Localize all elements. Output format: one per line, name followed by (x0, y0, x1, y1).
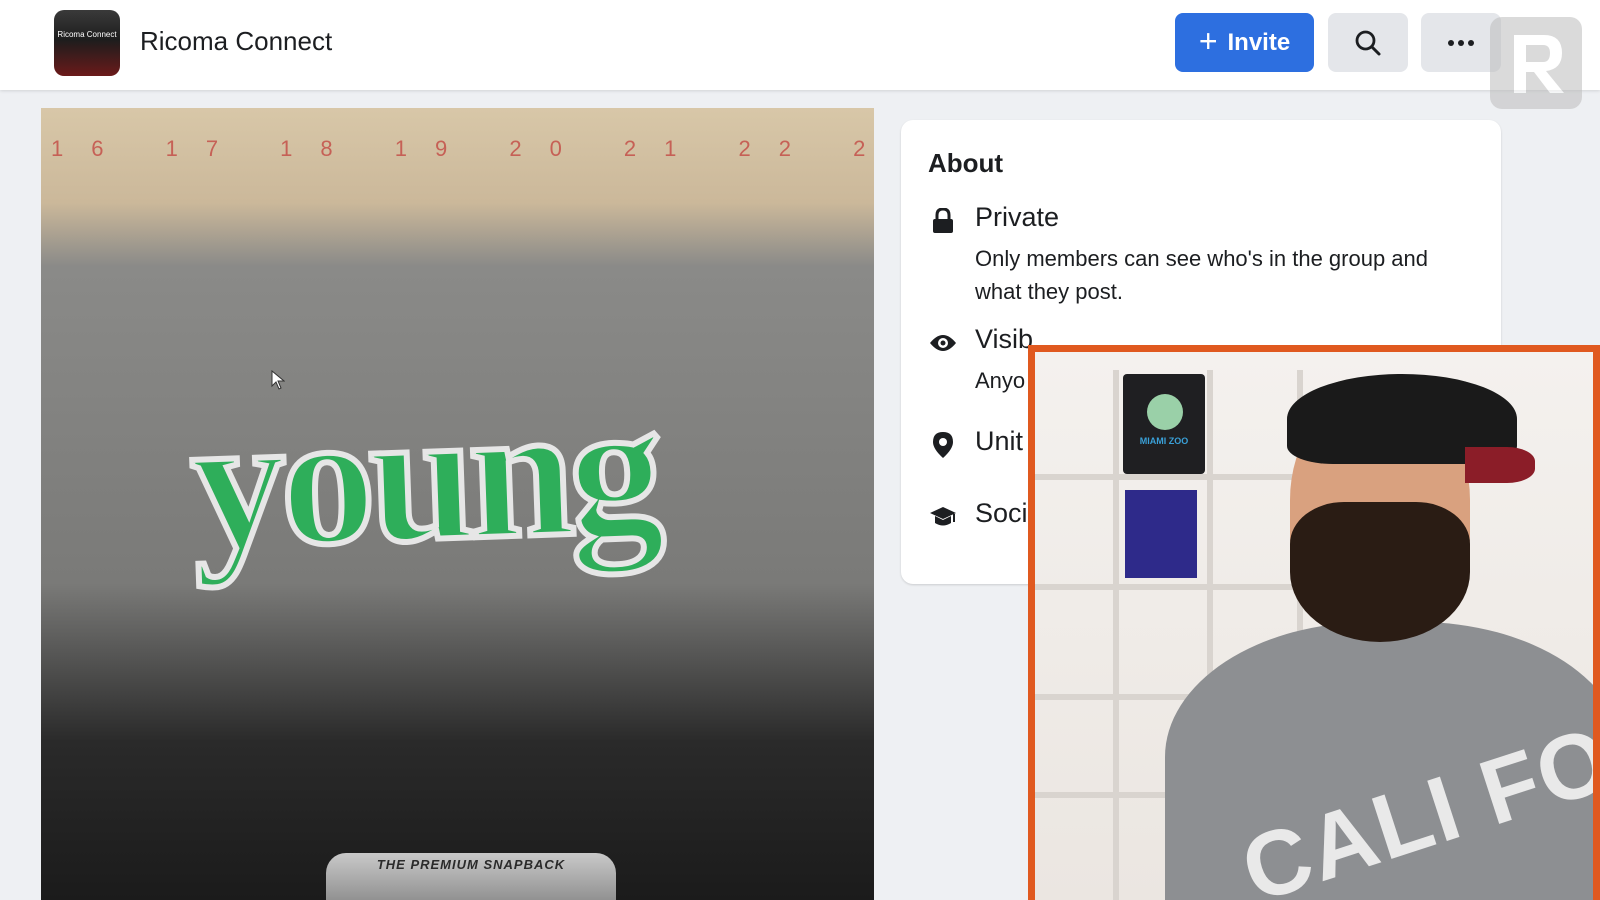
graduation-cap-icon (928, 502, 958, 532)
eye-icon (928, 328, 958, 358)
presenter-cap-brim (1465, 447, 1535, 483)
webcam-overlay: MIAMI ZOO CALI FOR (1028, 345, 1600, 900)
shelf-tshirt: MIAMI ZOO (1123, 374, 1205, 474)
more-horizontal-icon (1448, 39, 1474, 46)
about-item-description: Only members can see who's in the group … (975, 246, 1428, 304)
invite-button-label: Invite (1227, 28, 1291, 56)
invite-button[interactable]: + Invite (1175, 13, 1314, 72)
page: Ricoma Connect Ricoma Connect + Invite 1… (0, 0, 1600, 900)
shelf-board (1035, 474, 1297, 480)
location-pin-icon (928, 430, 958, 460)
group-thumbnail[interactable]: Ricoma Connect (54, 10, 120, 76)
about-item-heading: Soci (975, 498, 1028, 528)
plus-icon: + (1198, 23, 1218, 59)
about-item-heading: Unit (975, 426, 1024, 456)
post-photo-embroidered-cap[interactable]: 16 17 18 19 20 21 22 23 24 young THE PRE… (41, 108, 874, 900)
about-item-heading: Private (975, 202, 1060, 232)
shelf-tshirt-text: MIAMI ZOO (1139, 436, 1189, 446)
channel-logo-watermark (1490, 17, 1582, 109)
snapback-label-text: THE PREMIUM SNAPBACK (376, 857, 566, 872)
shelf-tshirt-logo (1147, 394, 1183, 430)
group-header-bar: Ricoma Connect Ricoma Connect + Invite (0, 0, 1600, 90)
shelf-board (1035, 584, 1297, 590)
mouse-cursor-icon (271, 370, 285, 390)
ruler-markings: 16 17 18 19 20 21 22 23 24 (51, 136, 874, 161)
presenter-beard (1290, 502, 1470, 642)
cap-embroidery-text: young (185, 360, 664, 592)
group-name[interactable]: Ricoma Connect (140, 26, 332, 57)
webcam-feed: MIAMI ZOO CALI FOR (1035, 352, 1593, 900)
lock-icon (928, 206, 958, 236)
snapback-label: THE PREMIUM SNAPBACK (326, 853, 616, 900)
shelf-divider (1113, 370, 1119, 900)
search-button[interactable] (1328, 13, 1408, 72)
group-thumbnail-label: Ricoma Connect (57, 30, 117, 39)
shelf-purple-item (1125, 490, 1197, 578)
about-item-heading: Visib (975, 324, 1034, 354)
about-title: About (928, 148, 1004, 178)
search-icon (1355, 30, 1381, 55)
